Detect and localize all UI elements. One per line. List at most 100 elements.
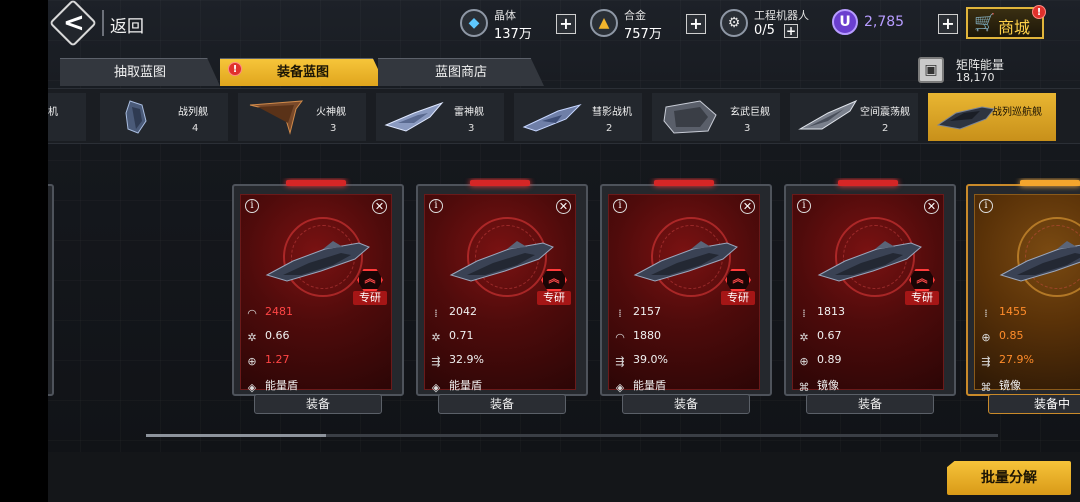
shop-alert-badge: ! [1032, 5, 1046, 19]
ship-category-thor[interactable]: 雷神舰 3 [376, 93, 504, 141]
rank-chevron-icon: ︽ [725, 269, 751, 291]
add-crystal-button[interactable]: + [556, 14, 576, 34]
blueprint-card[interactable]: i ✕ ︽ 专研 ◠ 2481 ✲ 0.66 ⊕ 1.27 ◈ 能量盾 装备 [232, 180, 404, 414]
rank-label: 专研 [353, 291, 387, 305]
stat-value: 0.71 [449, 329, 474, 342]
chevron-left-icon[interactable]: < [63, 6, 85, 40]
info-icon[interactable]: i [245, 199, 259, 213]
card-highlight [838, 180, 898, 186]
card-stat: ⇶ 39.0% [613, 353, 668, 371]
blueprint-card[interactable]: i ✕ ︽ 专研 ⁞ 1813 ✲ 0.67 ⊕ 0.89 ⌘ 镜像 装备 [784, 180, 956, 414]
rank-label: 专研 [905, 291, 939, 305]
card-body: i✕⁞1455⊕0.85⇶27.9%⌘镜像 [974, 194, 1080, 394]
resource-alloy: ▲ 合金 757万 [590, 6, 680, 42]
card-highlight [286, 180, 346, 186]
cube-icon: ▣ [918, 57, 944, 83]
stat-value: 2042 [449, 305, 477, 318]
shipcat-name: 彗影战机 [592, 107, 632, 118]
equip-button[interactable]: 装备 [254, 394, 382, 414]
shipcat-name: 玄武巨舰 [730, 107, 770, 118]
scrollbar-thumb[interactable] [146, 434, 326, 437]
ammo-icon: ⁞ [802, 307, 806, 320]
vulcan-ship-icon [249, 100, 304, 135]
blueprint-card[interactable]: i✕⁞1455⊕0.85⇶27.9%⌘镜像装备中 [966, 180, 1080, 414]
close-icon[interactable]: ✕ [556, 199, 571, 214]
info-icon[interactable]: i [979, 199, 993, 213]
shock-ship-icon [798, 99, 858, 130]
blueprint-card[interactable]: i ✕ ︽ 专研 ⁞ 2157 ◠ 1880 ⇶ 39.0% ◈ 能量盾 装备 [600, 180, 772, 414]
crosshair-icon: ⊕ [799, 355, 809, 368]
horizontal-scrollbar[interactable] [146, 434, 998, 437]
add-robot-button[interactable]: + [784, 24, 798, 38]
shipcat-count: 3 [468, 123, 475, 134]
ship-category-xuanwu[interactable]: 玄武巨舰 3 [652, 93, 780, 141]
blueprint-card[interactable]: i ✕ ︽ 专研 ⁞ 2042 ✲ 0.71 ⇶ 32.9% ◈ 能量盾 装备 [416, 180, 588, 414]
resource-premium: U 2,785 [832, 6, 932, 42]
card-stat: ⊕ 0.85 [979, 329, 1023, 347]
stat-value: 1.27 [265, 353, 290, 366]
crosshair-icon: ⊕ [247, 355, 257, 368]
card-stat: ⌘ 镜像 [797, 377, 840, 395]
card-stat: ⇶ 27.9% [979, 353, 1034, 371]
info-icon[interactable]: i [613, 199, 627, 213]
info-icon[interactable]: i [797, 199, 811, 213]
gear-icon: ✲ [431, 331, 441, 344]
shipcat-name: 火神舰 [316, 107, 346, 118]
card-stat: ⊕ 0.89 [797, 353, 841, 371]
research-rank: ︽ 专研 [537, 269, 571, 307]
equip-button[interactable]: 装备 [806, 394, 934, 414]
back-label[interactable]: 返回 [110, 12, 144, 37]
screen-edge [0, 0, 48, 502]
card-body: i ✕ ︽ 专研 ⁞ 1813 ✲ 0.67 ⊕ 0.89 ⌘ 镜像 [792, 194, 944, 394]
equip-button[interactable]: 装备 [438, 394, 566, 414]
blueprint-card[interactable]: i✕︽专研⁞1710◠2465⊕0.87≫加速装备 [48, 184, 54, 412]
add-premium-button[interactable]: + [938, 14, 958, 34]
stat-value: 0.67 [817, 329, 842, 342]
tab-equip-blueprint[interactable]: 装备蓝图 [220, 58, 386, 86]
stat-value: 32.9% [449, 353, 484, 366]
close-icon[interactable]: ✕ [740, 199, 755, 214]
matrix-energy: ▣ 矩阵能量 18,170 [918, 56, 1068, 86]
card-highlight [470, 180, 530, 186]
tab-draw-blueprint[interactable]: 抽取蓝图 [60, 58, 220, 86]
rank-chevron-icon: ︽ [909, 269, 935, 291]
premium-value: 2,785 [864, 14, 905, 30]
cart-icon: 🛒 [974, 13, 996, 33]
card-stat: ◈ 能量盾 [613, 377, 666, 395]
ship-category-comet[interactable]: 彗影战机 2 [514, 93, 642, 141]
card-stat: ⌘ 镜像 [979, 377, 1022, 395]
info-icon[interactable]: i [429, 199, 443, 213]
card-stat: ⊕ 1.27 [245, 353, 290, 371]
matrix-value: 18,170 [956, 71, 995, 84]
shipcat-name: 雷神舰 [454, 107, 484, 118]
add-alloy-button[interactable]: + [686, 14, 706, 34]
divider [102, 10, 104, 36]
ship-category-vulcan[interactable]: 火神舰 3 [238, 93, 366, 141]
rank-label: 专研 [721, 291, 755, 305]
card-stat: ✲ 0.66 [245, 329, 289, 347]
equip-button[interactable]: 装备中 [988, 394, 1080, 414]
alloy-icon: ▲ [590, 9, 618, 37]
battlecruiser-icon [936, 106, 995, 130]
armor-icon: ◠ [615, 331, 625, 344]
close-icon[interactable]: ✕ [372, 199, 387, 214]
shipcat-count: 4 [192, 123, 199, 134]
close-icon[interactable]: ✕ [924, 199, 939, 214]
resource-name: 晶体 [494, 9, 516, 22]
stat-value: 1813 [817, 305, 845, 318]
ammo-icon: ⁞ [984, 307, 988, 320]
robot-icon: ⚙ [720, 9, 748, 37]
batch-dismantle-button[interactable]: 批量分解 [947, 461, 1071, 495]
card-stat: ⁞ 1455 [979, 305, 1027, 323]
ship-category-bar: 卡机 2 战列舰 4 火神舰 3 雷神舰 3 [32, 88, 1080, 144]
ship-category-battlecruiser[interactable]: 战列巡航舰 [928, 93, 1056, 141]
card-stat: ◠ 2481 [245, 305, 293, 323]
ship-category-battleship[interactable]: 战列舰 4 [100, 93, 228, 141]
missile-icon: ⇶ [431, 355, 441, 368]
mirror-icon: ⌘ [980, 381, 992, 394]
equip-button[interactable]: 装备 [622, 394, 750, 414]
shipcat-name: 战列巡航舰 [992, 107, 1042, 118]
tab-blueprint-shop[interactable]: 蓝图商店 [378, 58, 544, 86]
ship-category-spatial-shock[interactable]: 空间震荡舰 2 [790, 93, 918, 141]
card-stat: ✲ 0.67 [797, 329, 842, 347]
